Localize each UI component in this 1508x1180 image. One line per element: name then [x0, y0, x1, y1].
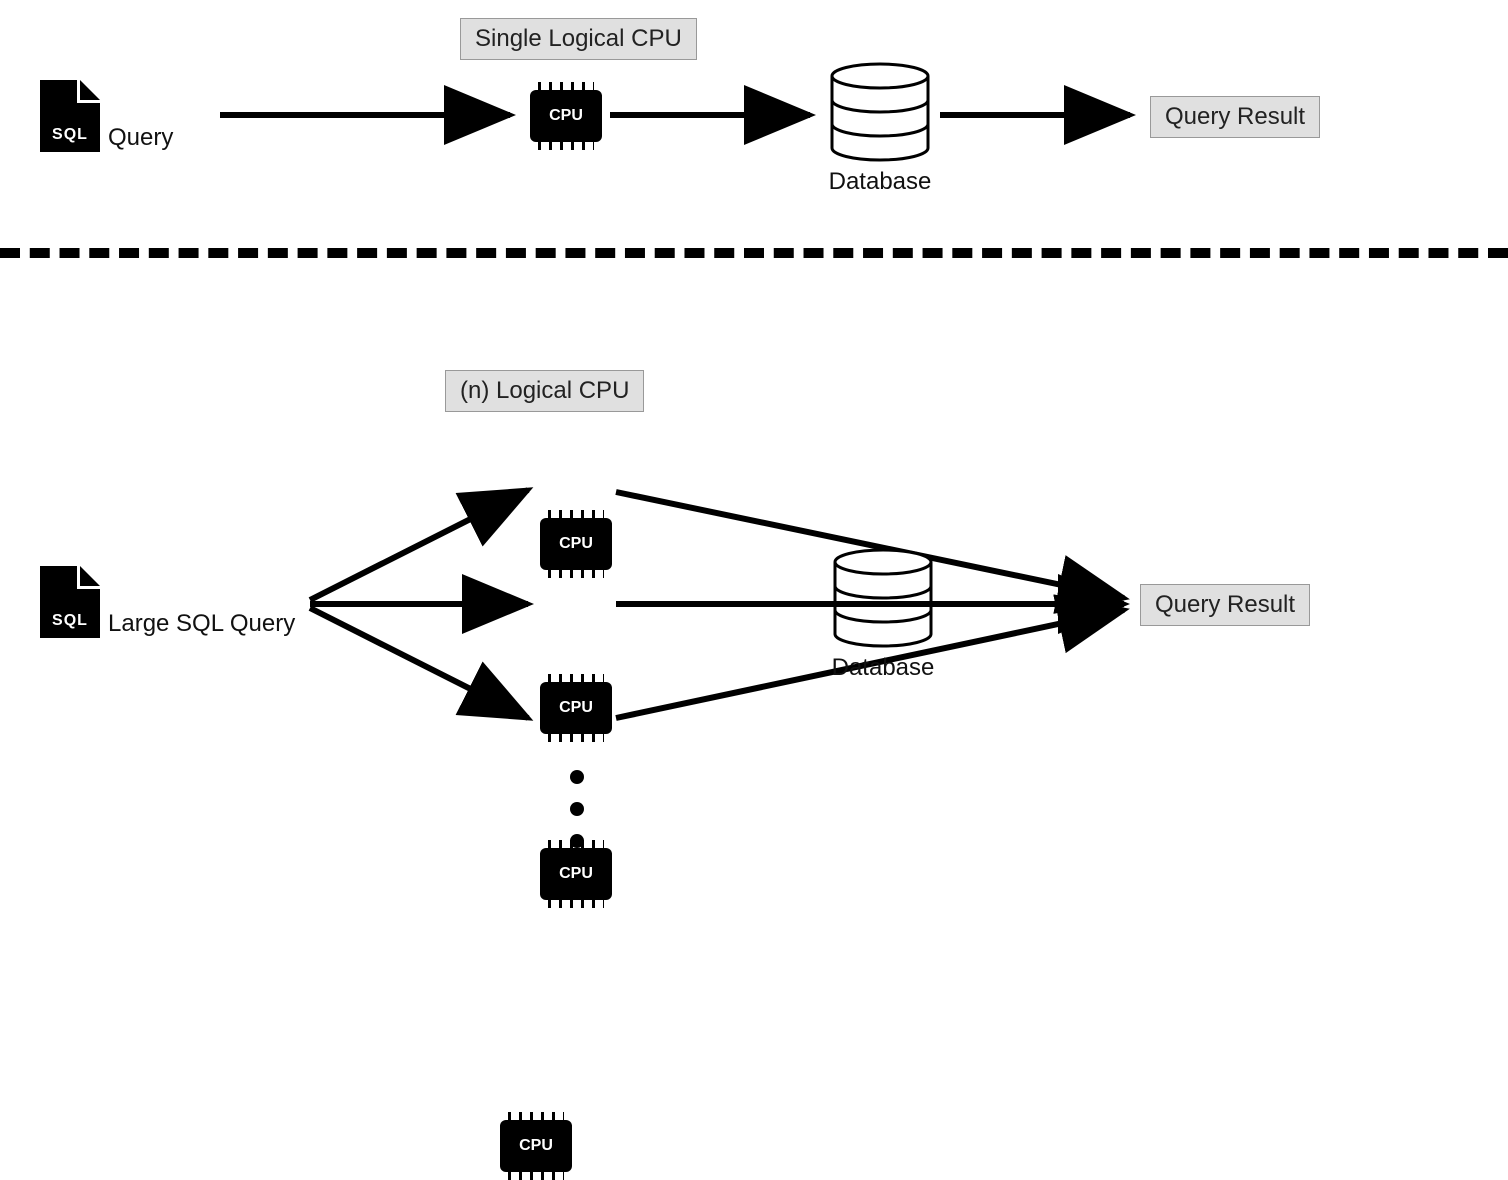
arrow-cpu-to-db — [610, 100, 820, 130]
single-cpu-header: Single Logical CPU — [460, 18, 697, 60]
cpu-icon-3: CPU — [540, 848, 612, 900]
database-label: Database — [825, 168, 935, 196]
cpu-icon-n: CPU — [500, 1120, 572, 1172]
arrow-query-to-cpu — [220, 100, 520, 130]
cpu-icon-2: CPU — [540, 682, 612, 734]
n-cpu-header: (n) Logical CPU — [445, 370, 644, 412]
sql-file-icon: SQL — [40, 566, 100, 638]
cpu-icon-1: CPU — [540, 518, 612, 570]
arrows-query-to-cpus — [310, 440, 550, 760]
database-label: Database — [828, 654, 938, 682]
cpu-icon-top: CPU — [530, 90, 602, 142]
query-result-box-top: Query Result — [1150, 96, 1320, 138]
sql-query-block-bottom: SQL Large SQL Query — [40, 566, 295, 638]
database-icon — [825, 62, 935, 162]
database-icon — [828, 548, 938, 648]
sql-query-block-top: SQL Query — [40, 80, 173, 152]
query-label: Query — [108, 124, 173, 152]
database-block-top: Database — [825, 62, 935, 196]
database-block-bottom: Database — [828, 548, 938, 682]
divider-dashed — [0, 248, 1508, 258]
ellipsis-dots — [570, 770, 584, 848]
arrow-db-to-result — [940, 100, 1140, 130]
query-result-box-bottom: Query Result — [1140, 584, 1310, 626]
sql-file-icon: SQL — [40, 80, 100, 152]
large-query-label: Large SQL Query — [108, 610, 295, 638]
